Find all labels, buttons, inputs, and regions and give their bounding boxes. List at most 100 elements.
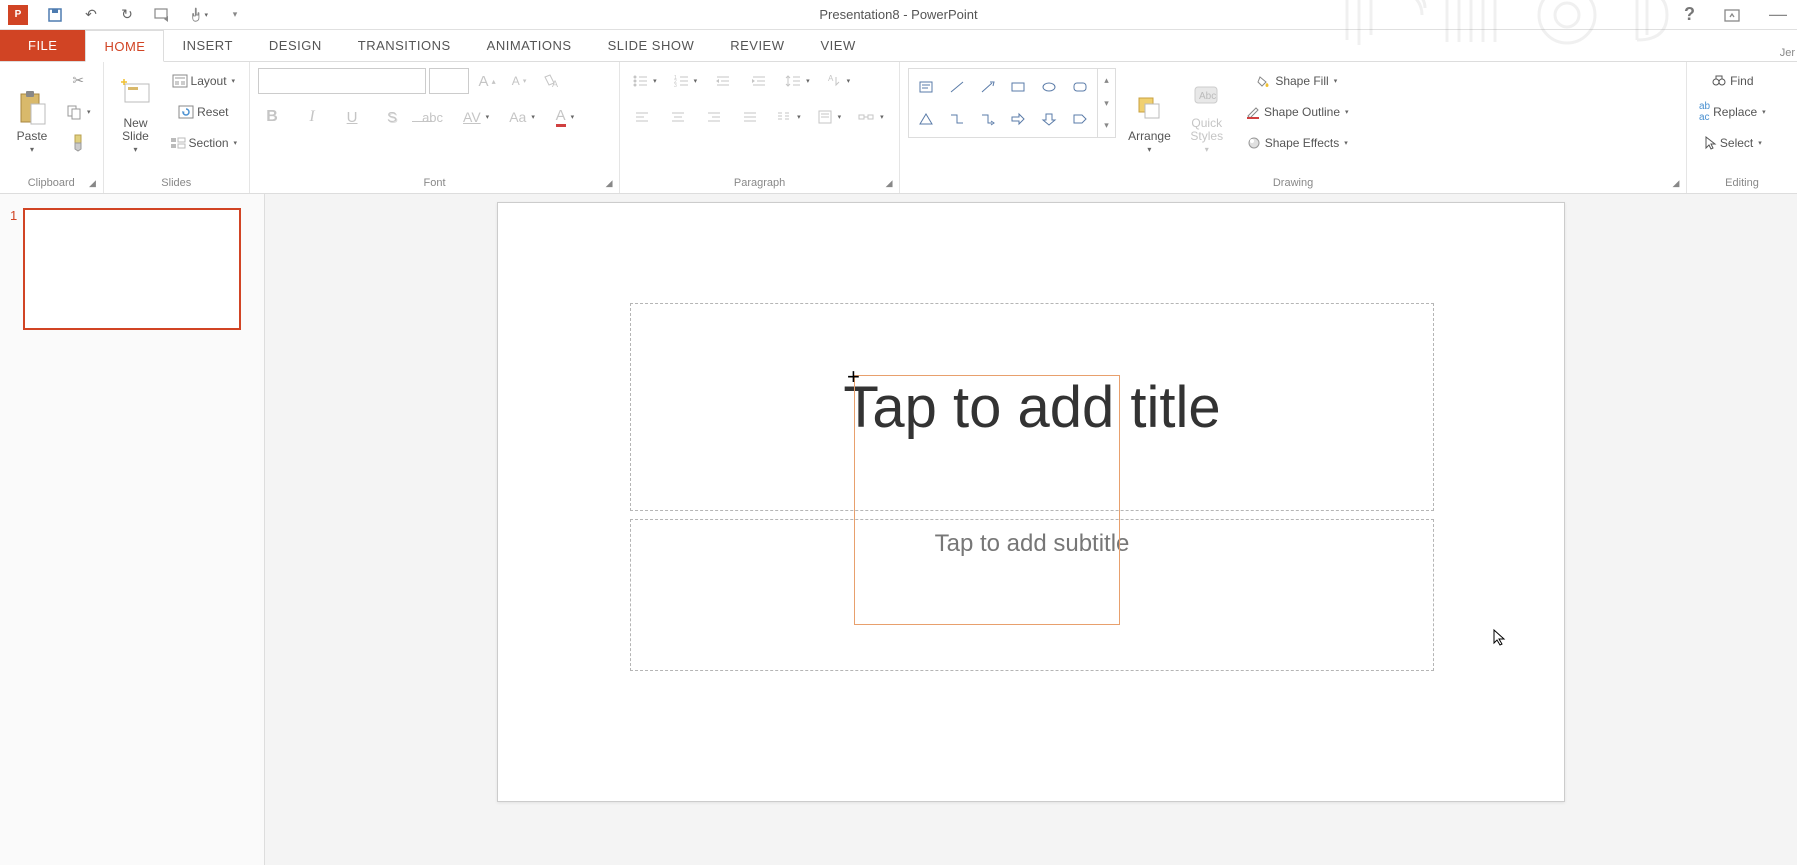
shape-fill-label: Shape Fill [1275, 74, 1328, 88]
shape-outline-button[interactable]: Shape Outline▾ [1237, 99, 1357, 124]
tab-home[interactable]: HOME [85, 30, 164, 62]
scroll-down-icon[interactable]: ▾ [1098, 92, 1115, 115]
align-center-button[interactable] [664, 104, 692, 130]
slide-thumbnail[interactable] [23, 208, 241, 330]
dialog-launcher-icon[interactable]: ◢ [603, 177, 615, 189]
quick-styles-button[interactable]: Abc Quick Styles ▾ [1183, 68, 1231, 156]
shape-rounded-rect-icon[interactable] [1064, 71, 1095, 103]
format-painter-button[interactable] [62, 131, 95, 156]
minimize-icon[interactable]: — [1769, 4, 1787, 25]
underline-button[interactable]: U [338, 104, 366, 130]
decrease-font-button[interactable]: A▾ [505, 68, 533, 94]
align-left-button[interactable] [628, 104, 656, 130]
decrease-indent-button[interactable] [709, 68, 737, 94]
start-from-beginning-icon[interactable] [154, 6, 172, 24]
layout-label: Layout [191, 74, 227, 88]
bucket-icon [1256, 74, 1272, 88]
bold-button[interactable]: B [258, 104, 286, 130]
shape-down-arrow-icon[interactable] [1034, 103, 1065, 135]
columns-button[interactable]: ▾ [772, 104, 805, 130]
align-right-button[interactable] [700, 104, 728, 130]
effects-icon [1246, 136, 1262, 150]
copy-button[interactable]: ▾ [62, 99, 95, 124]
tab-review[interactable]: REVIEW [712, 30, 802, 61]
select-button[interactable]: Select▾ [1695, 131, 1770, 156]
numbering-button[interactable]: 123▾ [669, 68, 702, 94]
font-size-input[interactable] [429, 68, 469, 94]
undo-icon[interactable]: ↶ [82, 6, 100, 24]
more-icon[interactable]: ▾ [1098, 114, 1115, 137]
find-button[interactable]: Find [1695, 68, 1770, 93]
group-label: Slides [112, 175, 242, 191]
shape-textbox-icon[interactable] [911, 71, 942, 103]
tab-design[interactable]: DESIGN [251, 30, 340, 61]
quick-styles-icon: Abc [1189, 75, 1225, 115]
copy-icon [66, 104, 82, 120]
increase-indent-button[interactable] [745, 68, 773, 94]
line-spacing-button[interactable]: ▾ [781, 68, 814, 94]
group-label: Font [258, 175, 611, 191]
shape-effects-button[interactable]: Shape Effects▾ [1237, 131, 1357, 156]
dialog-launcher-icon[interactable]: ◢ [1670, 177, 1682, 189]
shapes-gallery[interactable] [908, 68, 1098, 138]
bullets-button[interactable]: ▾ [628, 68, 661, 94]
font-name-input[interactable] [258, 68, 426, 94]
dialog-launcher-icon[interactable]: ◢ [883, 177, 895, 189]
shape-arrow-line-icon[interactable] [972, 71, 1003, 103]
tab-transitions[interactable]: TRANSITIONS [340, 30, 469, 61]
slide[interactable]: Tap to add title Tap to add subtitle + [497, 202, 1565, 802]
binoculars-icon [1711, 74, 1727, 88]
new-slide-icon [118, 75, 154, 115]
tab-animations[interactable]: ANIMATIONS [469, 30, 590, 61]
save-icon[interactable] [46, 6, 64, 24]
shape-fill-button[interactable]: Shape Fill▾ [1237, 68, 1357, 93]
replace-button[interactable]: abacReplace▾ [1695, 99, 1770, 124]
cut-button[interactable]: ✂ [62, 68, 95, 93]
shape-elbow-arrow-icon[interactable] [972, 103, 1003, 135]
dialog-launcher-icon[interactable]: ◢ [87, 177, 99, 189]
justify-button[interactable] [736, 104, 764, 130]
align-text-button[interactable]: ▾ [813, 104, 846, 130]
shapes-gallery-expand[interactable]: ▴ ▾ ▾ [1098, 68, 1116, 138]
tab-slideshow[interactable]: SLIDE SHOW [590, 30, 713, 61]
shape-outline-label: Shape Outline [1264, 105, 1340, 119]
customize-qat-icon[interactable]: ▾ [226, 6, 244, 24]
drawing-rectangle[interactable] [854, 375, 1120, 625]
replace-label: Replace [1713, 105, 1757, 119]
tab-view[interactable]: VIEW [803, 30, 874, 61]
ribbon-display-icon[interactable] [1723, 7, 1741, 23]
shape-triangle-icon[interactable] [911, 103, 942, 135]
shape-oval-icon[interactable] [1034, 71, 1065, 103]
select-label: Select [1720, 136, 1753, 150]
tab-file[interactable]: FILE [0, 30, 85, 61]
thumbnail-item[interactable]: 1 [10, 208, 254, 330]
redo-icon[interactable]: ↻ [118, 6, 136, 24]
italic-button[interactable]: I [298, 104, 326, 130]
shape-right-arrow-icon[interactable] [1003, 103, 1034, 135]
reset-button[interactable]: Reset [166, 99, 242, 124]
increase-font-button[interactable]: A▴ [473, 68, 501, 94]
shadow-button[interactable]: S [378, 104, 406, 130]
help-icon[interactable]: ? [1684, 4, 1695, 25]
clear-formatting-button[interactable]: A [537, 68, 565, 94]
paste-button[interactable]: Paste ▾ [8, 68, 56, 156]
new-slide-button[interactable]: New Slide ▾ [112, 68, 160, 156]
font-color-button[interactable]: A▾ [551, 104, 579, 130]
replace-icon: abac [1699, 101, 1710, 123]
change-case-button[interactable]: Aa▾ [505, 104, 539, 130]
section-button[interactable]: Section▾ [166, 131, 242, 156]
strikethrough-button[interactable]: abc [418, 104, 447, 130]
arrange-button[interactable]: Arrange ▾ [1122, 68, 1177, 156]
scroll-up-icon[interactable]: ▴ [1098, 69, 1115, 92]
scissors-icon: ✂ [72, 72, 84, 89]
char-spacing-button[interactable]: AV▾ [459, 104, 493, 130]
text-direction-button[interactable]: A▾ [822, 68, 855, 94]
tab-insert[interactable]: INSERT [164, 30, 250, 61]
layout-button[interactable]: Layout▾ [166, 68, 242, 93]
shape-elbow-icon[interactable] [942, 103, 973, 135]
shape-rectangle-icon[interactable] [1003, 71, 1034, 103]
shape-line-icon[interactable] [942, 71, 973, 103]
touch-mode-icon[interactable]: ▾ [190, 6, 208, 24]
shape-pentagon-icon[interactable] [1064, 103, 1095, 135]
smartart-button[interactable]: ▾ [853, 104, 888, 130]
